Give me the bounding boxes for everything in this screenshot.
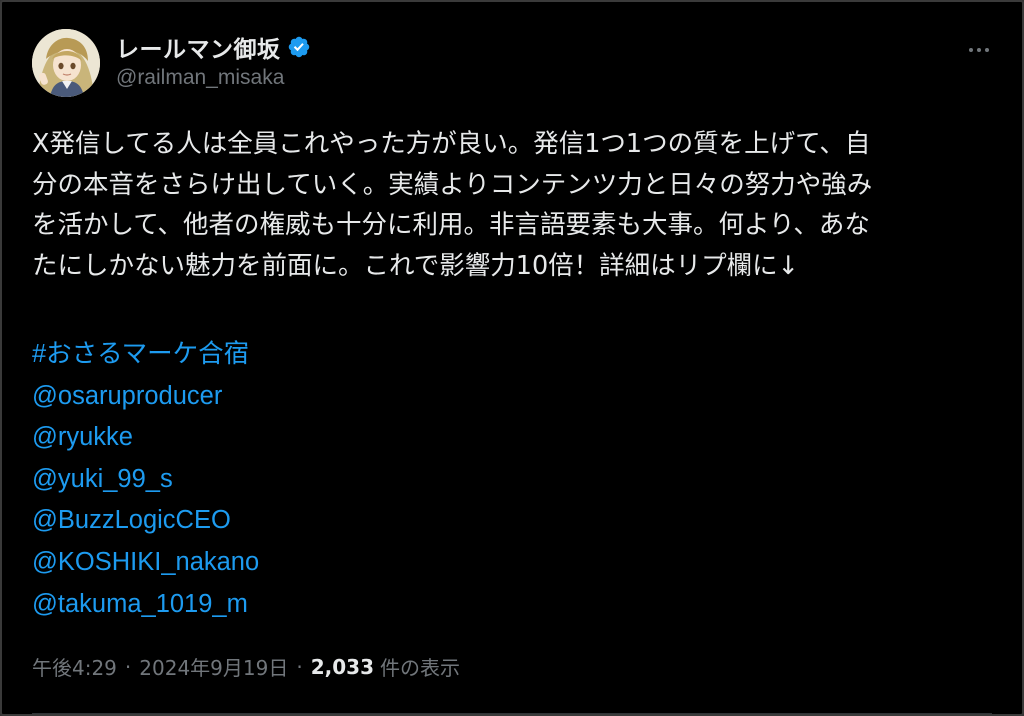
mention-link-koshiki-nakano[interactable]: @KOSHIKI_nakano [32,542,259,584]
divider [32,713,992,714]
author-display-name[interactable]: レールマン御坂 [116,30,281,64]
post-text: X発信してる人は全員これやった方が良い。発信1つ1つの質を上げて、自 分の本音を… [32,124,982,286]
post-text-line: X発信してる人は全員これやった方が良い。発信1つ1つの質を上げて、自 [32,129,871,159]
more-dot [985,48,989,52]
post-meta: 午後4:29 · 2024年9月19日 · 2,033 件の表示 [32,652,460,681]
hashtag-link[interactable]: #おさるマーケ合宿 [32,334,259,376]
post-date-link[interactable]: 2024年9月19日 [139,652,288,681]
post-card: レールマン御坂 @railman_misaka X発信してる人は全員これやった方… [0,0,1024,716]
post-text-line: たにしかない魅力を前面に。これで影響力10倍！詳細はリプ欄に↓ [32,250,800,281]
author-avatar[interactable] [32,29,100,97]
views-count: 2,033 [310,654,374,679]
mention-link-osaruproducer[interactable]: @osaruproducer [32,376,259,418]
mention-link-yuki-99-s[interactable]: @yuki_99_s [32,459,259,501]
post-text-line: 分の本音をさらけ出していく。実績よりコンテンツ力と日々の努力や強み [32,169,873,200]
mention-link-ryukke[interactable]: @ryukke [32,417,259,459]
avatar-image [32,29,100,97]
more-dot [969,48,973,52]
post-time-link[interactable]: 午後4:29 [32,652,117,681]
more-horizontal-icon[interactable] [962,40,996,60]
mention-link-takuma-1019-m[interactable]: @takuma_1019_m [32,584,259,626]
post-links: #おさるマーケ合宿 @osaruproducer @ryukke @yuki_9… [32,334,259,625]
author-names: レールマン御坂 @railman_misaka [116,30,311,90]
mention-link-buzzlogicceo[interactable]: @BuzzLogicCEO [32,500,259,542]
meta-separator: · [124,654,132,679]
views-label: 件の表示 [379,656,460,680]
post-text-line: を活かして、他者の権威も十分に利用。非言語要素も大事。何より、あな [32,210,870,240]
author-handle[interactable]: @railman_misaka [116,66,311,90]
verified-badge-icon[interactable] [287,35,311,59]
more-dot [977,48,981,52]
display-name-row: レールマン御坂 [116,30,311,64]
meta-separator: · [296,654,303,679]
post-header: レールマン御坂 @railman_misaka [32,26,996,100]
